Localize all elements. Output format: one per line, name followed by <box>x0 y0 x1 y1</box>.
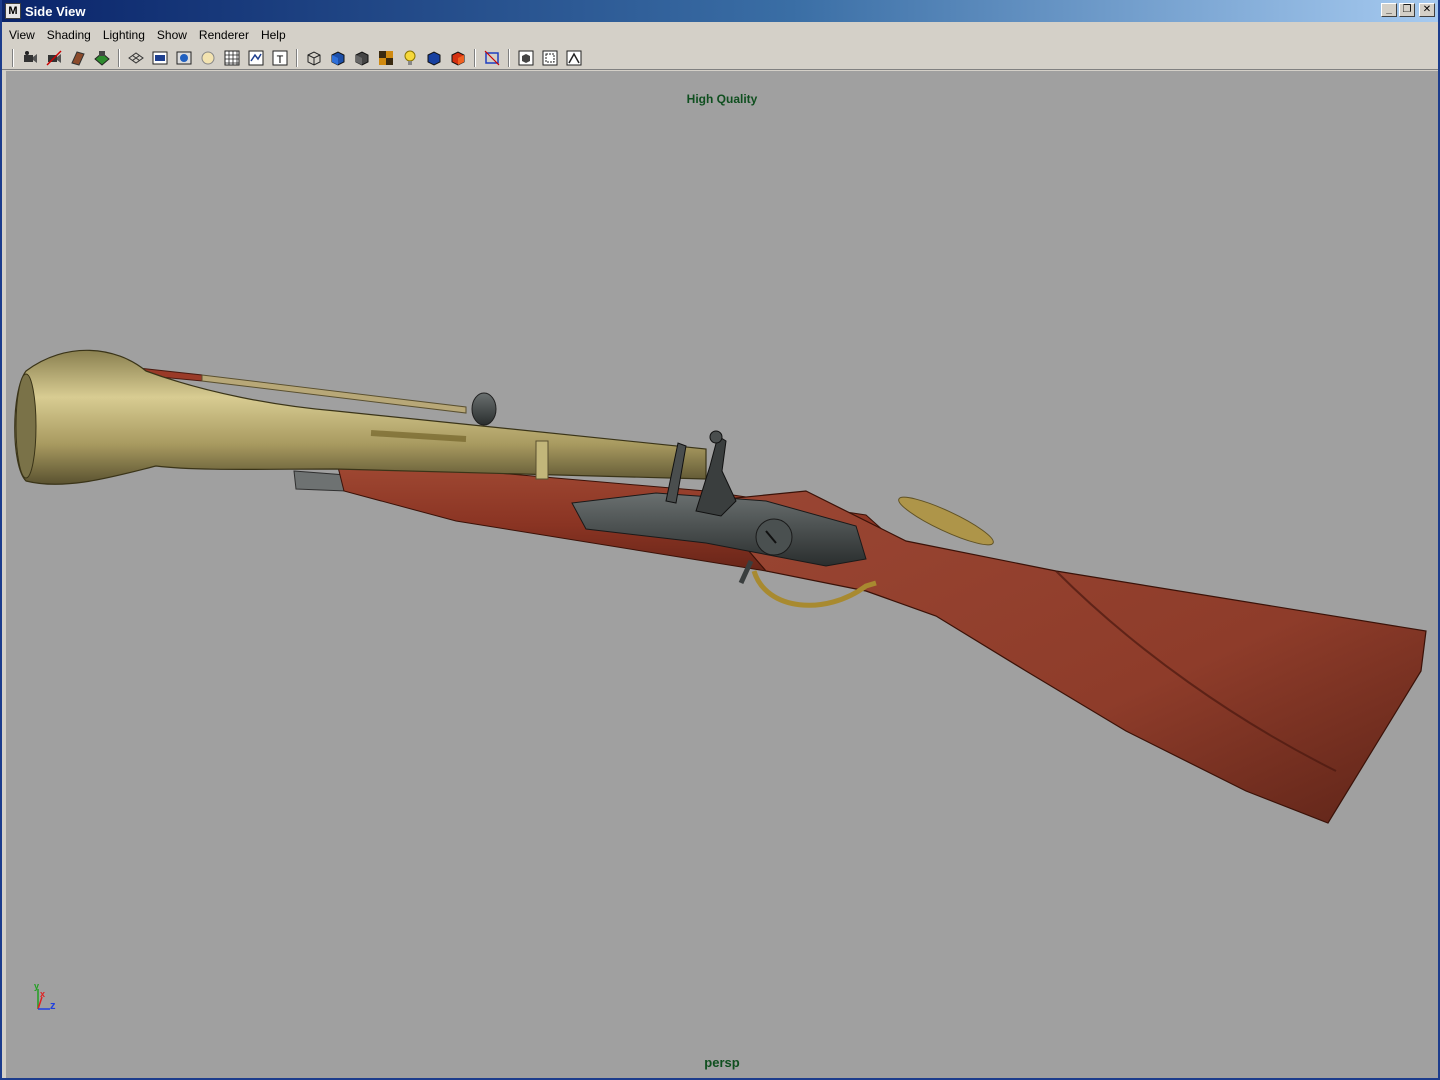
toolbar-separator <box>118 48 120 67</box>
blunderbuss-model[interactable] <box>6 71 1438 1078</box>
resolution-gate-icon[interactable] <box>174 48 194 68</box>
lights-icon[interactable] <box>400 48 420 68</box>
menu-lighting[interactable]: Lighting <box>96 28 150 42</box>
flat-shade-icon[interactable] <box>352 48 372 68</box>
frame-selected-icon[interactable] <box>540 48 560 68</box>
menu-renderer[interactable]: Renderer <box>192 28 254 42</box>
restore-button[interactable]: ❐ <box>1399 3 1415 17</box>
minimize-button[interactable]: _ <box>1381 3 1397 17</box>
camera-label: persp <box>704 1055 740 1070</box>
toolbar-separator <box>12 48 14 67</box>
camera-attributes-icon[interactable] <box>44 48 64 68</box>
shadows-icon[interactable] <box>424 48 444 68</box>
wireframe-icon[interactable] <box>304 48 324 68</box>
window-title: Side View <box>25 3 86 19</box>
field-chart-icon[interactable] <box>222 48 242 68</box>
bookmark-icon[interactable] <box>68 48 88 68</box>
film-gate-icon[interactable] <box>150 48 170 68</box>
isolate-select-icon[interactable] <box>482 48 502 68</box>
3d-viewport[interactable]: High Quality y x z persp <box>6 71 1438 1078</box>
two-sided-lighting-icon[interactable] <box>564 48 584 68</box>
safe-title-icon[interactable]: T <box>270 48 290 68</box>
frame-all-icon[interactable] <box>516 48 536 68</box>
toolbar-separator <box>296 48 298 67</box>
smooth-shade-icon[interactable] <box>328 48 348 68</box>
side-view-window: M Side View _ ❐ ✕ View Shading Lighting … <box>0 0 1440 1080</box>
menu-help[interactable]: Help <box>254 28 291 42</box>
menu-show[interactable]: Show <box>150 28 192 42</box>
close-button[interactable]: ✕ <box>1419 3 1435 17</box>
axis-label-z: z <box>50 1000 56 1012</box>
panel-toolbar: T <box>2 46 1438 70</box>
axis-label-x: x <box>40 989 46 999</box>
xray-icon[interactable] <box>448 48 468 68</box>
camera-select-icon[interactable] <box>20 48 40 68</box>
safe-action-icon[interactable] <box>246 48 266 68</box>
title-bar[interactable]: M Side View _ ❐ ✕ <box>2 0 1438 22</box>
svg-text:T: T <box>277 54 284 66</box>
grid-icon[interactable] <box>126 48 146 68</box>
image-plane-icon[interactable] <box>92 48 112 68</box>
menu-view[interactable]: View <box>2 28 40 42</box>
axis-label-y: y <box>34 981 40 991</box>
menu-bar: View Shading Lighting Show Renderer Help <box>2 24 1438 46</box>
menu-shading[interactable]: Shading <box>40 28 96 42</box>
toolbar-separator <box>508 48 510 67</box>
toolbar-separator <box>474 48 476 67</box>
textured-icon[interactable] <box>376 48 396 68</box>
maya-app-icon[interactable]: M <box>5 3 21 19</box>
axis-indicator: y x z <box>28 981 62 1019</box>
gate-mask-icon[interactable] <box>198 48 218 68</box>
